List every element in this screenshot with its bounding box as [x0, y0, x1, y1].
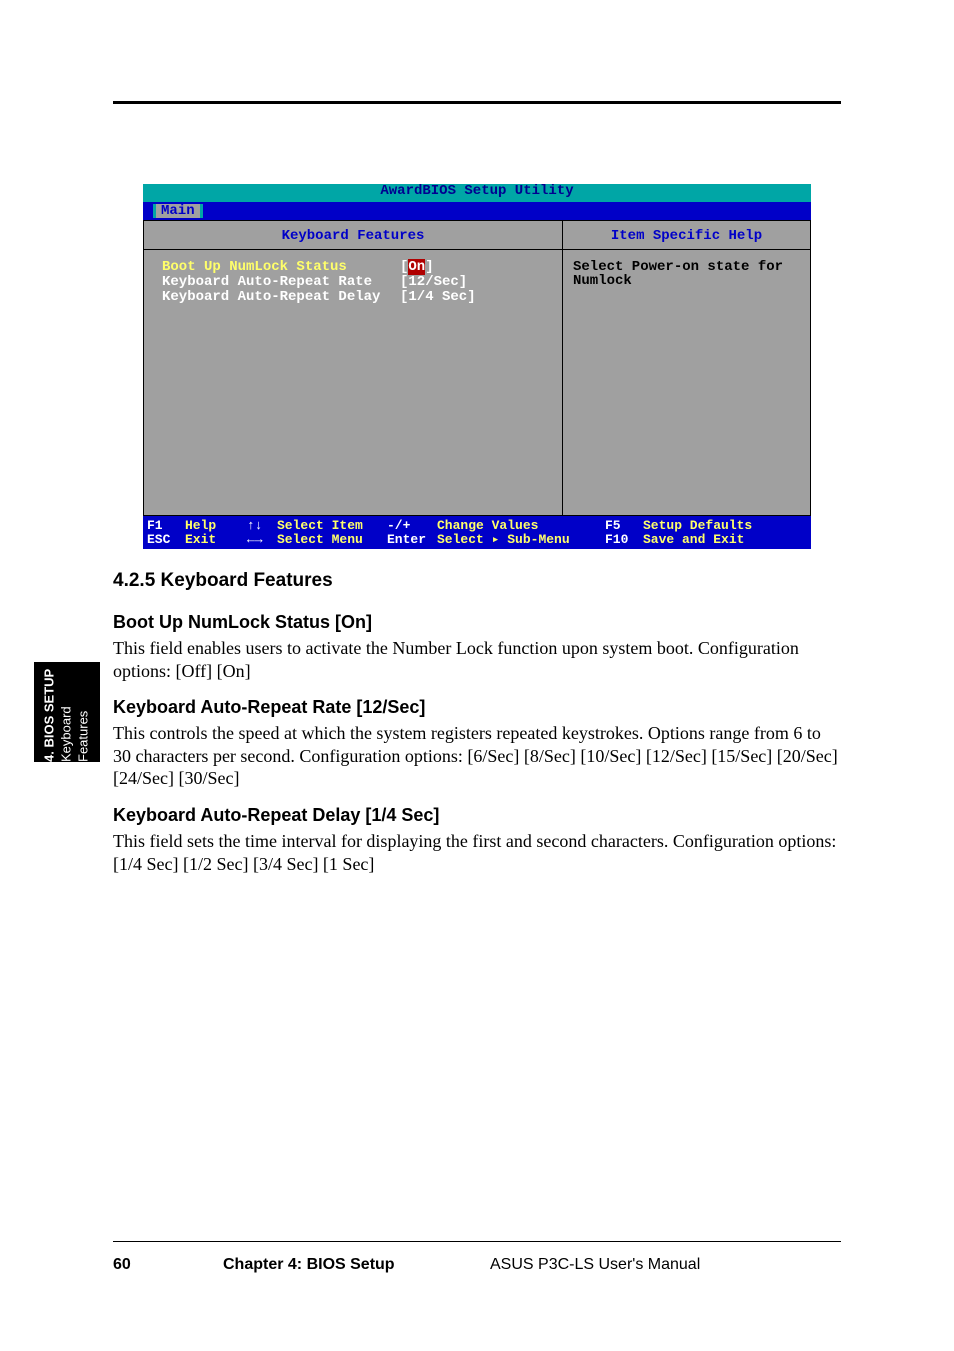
bios-row-label: Keyboard Auto-Repeat Rate: [162, 275, 400, 289]
bios-body: Keyboard Features Boot Up NumLock Status…: [143, 220, 811, 516]
bios-menu-bar: Main: [143, 202, 811, 220]
bios-left-rows: Boot Up NumLock Status [On] Keyboard Aut…: [144, 250, 562, 305]
para-repeat-delay: This field sets the time interval for di…: [113, 830, 841, 875]
key-enter: Enter: [387, 533, 437, 547]
bios-row-value: [On]: [400, 260, 434, 274]
bios-footer: F1 Help ↑↓ Select Item -/+ Change Values…: [143, 516, 811, 549]
bios-left-heading: Keyboard Features: [144, 221, 562, 250]
bios-footer-row-2: ESC Exit ←→ Select Menu Enter Select ▸ S…: [147, 533, 807, 547]
key-leftright: ←→: [247, 533, 277, 547]
bottom-rule: [113, 1241, 841, 1242]
sidebar-line2: Keyboard Features: [59, 662, 93, 762]
top-rule: [113, 101, 841, 104]
cmd-select-item: Select Item: [277, 519, 387, 533]
sidebar-line1: 4. BIOS SETUP: [42, 662, 59, 762]
subhead-repeat-delay: Keyboard Auto-Repeat Delay [1/4 Sec]: [113, 805, 439, 826]
cmd-help: Help: [185, 519, 247, 533]
bios-row-value: [12/Sec]: [400, 275, 467, 289]
para-repeat-rate: This controls the speed at which the sys…: [113, 722, 841, 790]
bios-row-label: Boot Up NumLock Status: [162, 260, 400, 274]
bios-row-numlock[interactable]: Boot Up NumLock Status [On]: [162, 260, 562, 274]
subhead-numlock: Boot Up NumLock Status [On]: [113, 612, 372, 633]
page-number: 60: [113, 1256, 131, 1274]
sidebar-tab: 4. BIOS SETUP Keyboard Features: [34, 662, 100, 762]
bios-row-repeat-delay[interactable]: Keyboard Auto-Repeat Delay [1/4 Sec]: [162, 290, 562, 304]
manual-title: ASUS P3C-LS User's Manual: [490, 1256, 700, 1274]
cmd-change-values: Change Values: [437, 519, 605, 533]
key-f1: F1: [147, 519, 185, 533]
section-title: 4.2.5 Keyboard Features: [113, 570, 333, 592]
bios-title: AwardBIOS Setup Utility: [143, 184, 811, 202]
bios-menu-tab-main[interactable]: Main: [153, 204, 203, 218]
subhead-repeat-rate: Keyboard Auto-Repeat Rate [12/Sec]: [113, 697, 425, 718]
bios-row-label: Keyboard Auto-Repeat Delay: [162, 290, 400, 304]
cmd-select-menu: Select Menu: [277, 533, 387, 547]
bios-row-repeat-rate[interactable]: Keyboard Auto-Repeat Rate [12/Sec]: [162, 275, 562, 289]
bios-right-panel: Item Specific Help Select Power-on state…: [563, 220, 811, 516]
bios-help-text: Select Power-on state for Numlock: [563, 250, 810, 298]
key-f10: F10: [605, 533, 643, 547]
key-minus-plus: -/+: [387, 519, 437, 533]
bios-left-panel: Keyboard Features Boot Up NumLock Status…: [143, 220, 563, 516]
bios-footer-row-1: F1 Help ↑↓ Select Item -/+ Change Values…: [147, 519, 807, 533]
key-f5: F5: [605, 519, 643, 533]
bios-screenshot: AwardBIOS Setup Utility Main Keyboard Fe…: [143, 184, 811, 549]
cmd-select-submenu: Select ▸ Sub-Menu: [437, 533, 605, 547]
bios-right-heading: Item Specific Help: [563, 221, 810, 250]
cmd-save-exit: Save and Exit: [643, 533, 744, 547]
cmd-setup-defaults: Setup Defaults: [643, 519, 752, 533]
chapter-label: Chapter 4: BIOS Setup: [223, 1256, 395, 1274]
key-esc: ESC: [147, 533, 185, 547]
bios-row-value: [1/4 Sec]: [400, 290, 476, 304]
key-updown: ↑↓: [247, 519, 277, 533]
para-numlock: This field enables users to activate the…: [113, 637, 841, 682]
cmd-exit: Exit: [185, 533, 247, 547]
